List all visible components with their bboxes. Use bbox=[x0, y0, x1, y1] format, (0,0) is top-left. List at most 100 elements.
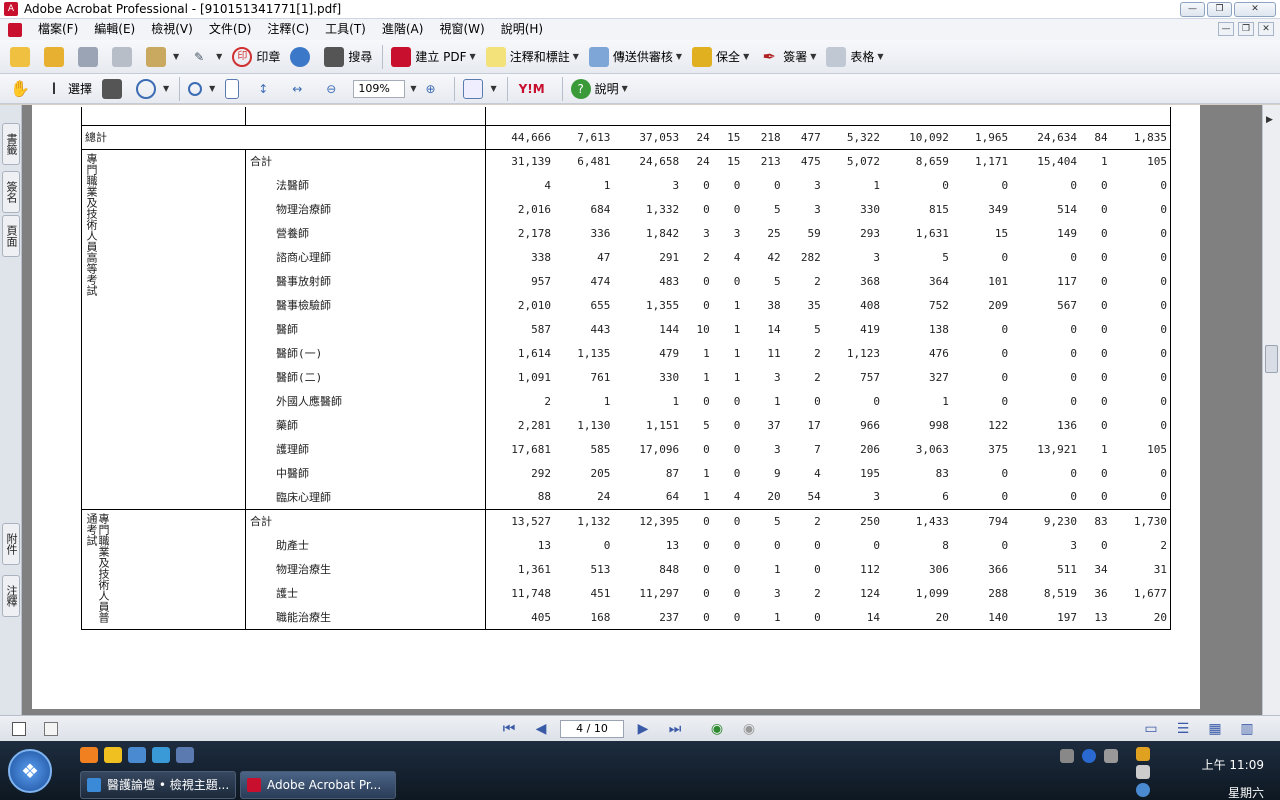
comment-markup-button[interactable]: 注釋和標註 ▼ bbox=[482, 44, 583, 70]
page-layout-button[interactable]: ▼ bbox=[459, 76, 500, 102]
tray-status-icon[interactable] bbox=[1136, 783, 1150, 797]
table-cell: 848 bbox=[659, 562, 680, 576]
create-pdf-button[interactable]: 建立 PDF ▼ bbox=[387, 44, 479, 70]
previous-page-button[interactable]: ◀ bbox=[530, 719, 552, 739]
forms-button[interactable]: 表格 ▼ bbox=[822, 44, 887, 70]
menu-tools[interactable]: 工具(T) bbox=[317, 19, 374, 40]
last-page-button[interactable]: ⏭ bbox=[664, 719, 686, 739]
attach-button[interactable]: ✎ ▼ bbox=[185, 44, 226, 70]
table-cell: 761 bbox=[590, 370, 611, 384]
table-cell: 0 bbox=[1001, 466, 1009, 480]
first-page-button[interactable]: ⏮ bbox=[498, 719, 520, 739]
tab-attachments[interactable]: 附件 bbox=[2, 523, 20, 565]
help-icon[interactable] bbox=[1082, 749, 1096, 763]
document-icon[interactable] bbox=[8, 22, 22, 37]
table-cell: 306 bbox=[928, 562, 949, 576]
menu-file[interactable]: 檔案(F) bbox=[30, 19, 86, 40]
yahoo-button[interactable]: Y!M bbox=[512, 76, 556, 102]
web-button[interactable] bbox=[286, 44, 318, 70]
fit-width-button[interactable]: ↔ bbox=[283, 76, 315, 102]
doc-restore-button[interactable]: ❐ bbox=[1238, 22, 1254, 36]
fit-page-button[interactable]: ↕ bbox=[249, 76, 281, 102]
actual-size-button[interactable] bbox=[221, 76, 247, 102]
zoom-in-button[interactable]: ⊕ bbox=[416, 76, 448, 102]
zoom-input[interactable]: 109% bbox=[353, 79, 406, 98]
row-label: 營養師 bbox=[245, 221, 486, 245]
taskbar-item-browser[interactable]: 醫護論壇 • 檢視主題... bbox=[80, 771, 236, 799]
doc-close-button[interactable]: ✕ bbox=[1258, 22, 1274, 36]
menu-window[interactable]: 視窗(W) bbox=[431, 19, 492, 40]
previous-view-button[interactable]: ◉ bbox=[706, 719, 728, 739]
table-row: 專門職業及技術人員普通考試 合計 13,527 1,132 12,395 0 0 5 2 250 1… bbox=[81, 508, 1171, 629]
hand-tool-button[interactable]: ✋ bbox=[6, 76, 38, 102]
help-button[interactable]: ? 說明 ▼ bbox=[567, 76, 632, 102]
zoom-out-button[interactable]: ⊖ bbox=[317, 76, 349, 102]
taskbar-item-acrobat[interactable]: Adobe Acrobat Pr... bbox=[240, 771, 396, 799]
print-button[interactable] bbox=[108, 44, 140, 70]
table-cell: 1,614 bbox=[517, 346, 552, 360]
table-cell: 59 bbox=[807, 226, 821, 240]
panel-toggle-icon[interactable] bbox=[12, 721, 26, 736]
menu-document[interactable]: 文件(D) bbox=[201, 19, 260, 40]
open-button[interactable] bbox=[6, 44, 38, 70]
menu-comments[interactable]: 注釋(C) bbox=[259, 19, 317, 40]
media-player-icon[interactable] bbox=[104, 747, 122, 763]
continuous-icon[interactable]: ☰ bbox=[1172, 719, 1194, 739]
minimize-button[interactable]: — bbox=[1180, 2, 1205, 17]
internet-explorer-icon[interactable] bbox=[152, 747, 170, 763]
table-cell: 1,433 bbox=[884, 508, 953, 533]
menu-edit[interactable]: 編輯(E) bbox=[86, 19, 143, 40]
table-cell: 474 bbox=[590, 274, 611, 288]
document-view[interactable]: 總計 44,666 7,613 37,053 24 15 218 477 5,322 10,092… bbox=[22, 105, 1262, 715]
clock[interactable]: 上午 11:09 星期六 bbox=[1202, 751, 1264, 800]
keyboard-icon[interactable] bbox=[1060, 749, 1074, 763]
tab-pages[interactable]: 頁面 bbox=[2, 215, 20, 257]
table-cell: 20 bbox=[935, 610, 949, 624]
menu-advanced[interactable]: 進階(A) bbox=[374, 19, 432, 40]
tab-signatures[interactable]: 簽名 bbox=[2, 171, 20, 213]
start-button[interactable]: ❖ bbox=[8, 749, 52, 793]
ime-icon[interactable] bbox=[1136, 747, 1150, 761]
table-cell: 237 bbox=[659, 610, 680, 624]
page-number-input[interactable]: 4 / 10 bbox=[560, 719, 624, 738]
table-cell: 14 bbox=[767, 322, 781, 336]
firefox-icon[interactable] bbox=[80, 747, 98, 763]
facing-icon[interactable]: ▦ bbox=[1204, 719, 1226, 739]
stamp-button[interactable]: 印印章 bbox=[228, 44, 284, 70]
organizer-button[interactable] bbox=[40, 44, 72, 70]
tab-comments[interactable]: 注釋 bbox=[2, 575, 20, 617]
comment-icon bbox=[485, 46, 506, 67]
show-desktop-icon[interactable] bbox=[128, 747, 146, 763]
continuous-facing-icon[interactable]: ▥ bbox=[1236, 719, 1258, 739]
table-cell: 24 bbox=[597, 490, 611, 504]
vertical-scrollbar[interactable]: ▶ bbox=[1262, 105, 1280, 715]
switch-windows-icon[interactable] bbox=[176, 747, 194, 763]
send-for-review-button[interactable]: 傳送供審核 ▼ bbox=[585, 44, 686, 70]
scroll-thumb[interactable] bbox=[1265, 345, 1278, 373]
maximize-button[interactable]: ❐ bbox=[1207, 2, 1232, 17]
sign-button[interactable]: ✒ 簽署 ▼ bbox=[755, 44, 820, 70]
next-page-button[interactable]: ▶ bbox=[632, 719, 654, 739]
table-cell: 5 bbox=[773, 202, 781, 216]
snapshot-button[interactable] bbox=[98, 76, 130, 102]
search-button[interactable]: 搜尋 bbox=[320, 44, 376, 70]
tab-bookmarks[interactable]: 書籤 bbox=[2, 123, 20, 165]
rotate-button[interactable]: ▼ bbox=[132, 76, 173, 102]
close-button[interactable]: ✕ bbox=[1234, 2, 1276, 17]
zoom-tool-button[interactable]: ▼ bbox=[184, 76, 219, 102]
network-icon[interactable] bbox=[1104, 749, 1118, 763]
table-cell: 0 bbox=[1160, 322, 1167, 336]
table-cell: 7 bbox=[814, 442, 821, 456]
next-view-button[interactable]: ◉ bbox=[738, 719, 760, 739]
select-tool-button[interactable]: Ⅰ 選擇 bbox=[40, 76, 96, 102]
scroll-right-arrow-icon[interactable]: ▶ bbox=[1266, 115, 1273, 125]
table-cell: 0 bbox=[1070, 490, 1077, 504]
mouse-icon[interactable] bbox=[1136, 765, 1150, 779]
secure-button[interactable]: 保全 ▼ bbox=[688, 44, 753, 70]
single-page-icon[interactable]: ▭ bbox=[1140, 719, 1162, 739]
menu-help[interactable]: 說明(H) bbox=[493, 19, 551, 40]
save-button[interactable] bbox=[74, 44, 106, 70]
email-button[interactable]: ▼ bbox=[142, 44, 183, 70]
doc-minimize-button[interactable]: — bbox=[1218, 22, 1234, 36]
menu-view[interactable]: 檢視(V) bbox=[143, 19, 201, 40]
